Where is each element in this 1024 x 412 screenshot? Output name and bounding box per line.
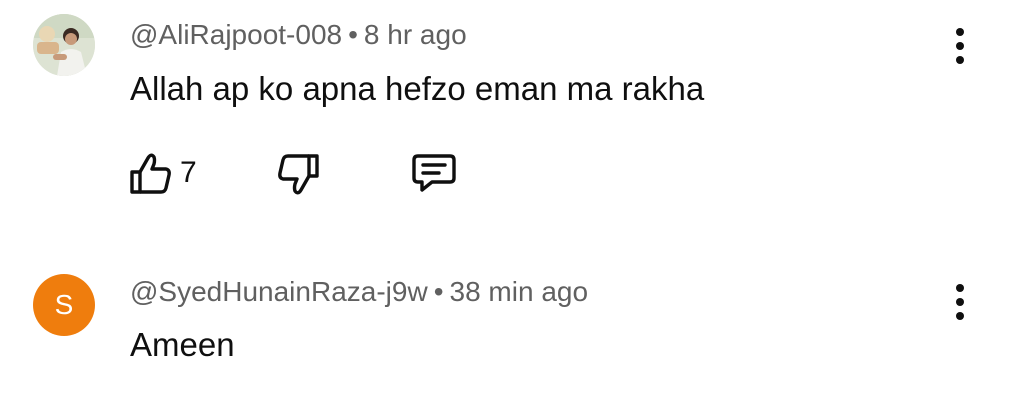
comment-item: @AliRajpoot-008 • 8 hr ago Allah ap ko apn… [0, 0, 1024, 240]
like-button[interactable] [128, 150, 174, 196]
avatar-photo [33, 14, 95, 76]
comment-meta: @SyedHunainRaza-j9w • 38 min ago [130, 276, 588, 308]
comment-meta: @AliRajpoot-008 • 8 hr ago [130, 19, 467, 51]
avatar[interactable]: S [33, 274, 95, 336]
more-vertical-icon [956, 284, 964, 320]
meta-separator: • [433, 276, 444, 307]
thumbs-up-icon [130, 153, 171, 194]
like-count: 7 [180, 156, 197, 189]
more-vertical-icon [956, 28, 964, 64]
comment-item: S @SyedHunainRaza-j9w • 38 min ago Ameen [0, 240, 1024, 412]
comment-text: Ameen [130, 326, 235, 363]
reply-button[interactable] [410, 150, 458, 196]
comment-author[interactable]: @AliRajpoot-008 [130, 19, 342, 50]
dislike-button[interactable] [275, 150, 321, 196]
avatar[interactable] [33, 14, 95, 76]
comment-menu-button[interactable] [946, 280, 974, 324]
comment-author[interactable]: @SyedHunainRaza-j9w [130, 276, 428, 307]
comment-menu-button[interactable] [946, 24, 974, 68]
comment-actions: 7 [128, 150, 468, 198]
comment-text: Allah ap ko apna hefzo eman ma rakha [130, 70, 705, 107]
avatar-letter: S [54, 289, 74, 320]
reply-comment-icon [412, 154, 456, 192]
meta-separator: • [348, 19, 358, 50]
comment-time: 38 min ago [449, 276, 589, 307]
thumbs-down-icon [278, 154, 319, 195]
comment-time: 8 hr ago [363, 19, 467, 50]
